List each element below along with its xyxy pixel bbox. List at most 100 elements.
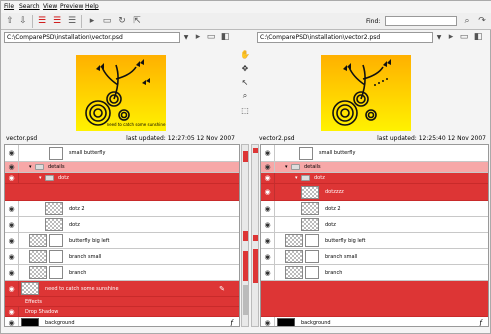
play-icon[interactable]: ▸ — [86, 15, 98, 27]
eye-icon[interactable]: ◉ — [5, 201, 19, 216]
diff-marker — [243, 151, 248, 162]
right-infobar: vector2.psd last updated: 12:25:40 12 No… — [257, 134, 488, 144]
menu-view[interactable]: View — [43, 3, 57, 10]
layer-row[interactable]: ◉ background ƒ — [5, 317, 239, 327]
user-icon[interactable]: ◧ — [472, 31, 484, 43]
eye-icon[interactable]: ◉ — [5, 145, 19, 161]
layer-mask — [49, 266, 63, 279]
layer-row[interactable]: ◉ background ƒ — [261, 317, 488, 326]
expand-icon[interactable]: ⇱ — [131, 15, 143, 27]
left-thumbnail: need to catch some sunshine — [76, 55, 166, 131]
layer-thumbnail — [45, 218, 63, 231]
chevron-down-icon[interactable]: ▼ — [434, 32, 444, 43]
tool-strip: ✋ ✥ ↖ ⌕ ⬚ — [239, 48, 253, 118]
zoom-icon[interactable]: ⌕ — [239, 90, 251, 102]
eye-icon[interactable]: ◉ — [5, 317, 19, 326]
scroll-thumb[interactable] — [243, 285, 248, 315]
eye-icon[interactable]: ◉ — [5, 265, 19, 280]
eye-icon[interactable]: ◉ — [261, 249, 275, 264]
eye-icon[interactable]: ◉ — [261, 162, 275, 172]
left-scrollbar[interactable] — [241, 144, 249, 327]
layer-mask — [49, 250, 63, 263]
layer-row[interactable]: ◉ butterfly big left — [261, 233, 488, 249]
eye-icon[interactable]: ◉ — [5, 217, 19, 232]
layer-row[interactable]: ◉ butterfly big left — [5, 233, 239, 249]
move-icon[interactable]: ✥ — [239, 62, 251, 74]
layer-row[interactable]: ◉ ▾ details — [261, 162, 488, 173]
layer-thumbnail — [49, 146, 63, 160]
layer-row[interactable]: ◉ ▾ details — [5, 162, 239, 173]
layer-row[interactable]: ◉ ▾ dotz — [5, 173, 239, 184]
layer-row[interactable]: ◉ ▾ dotz — [261, 173, 488, 184]
folder-icon — [45, 175, 54, 181]
user-icon[interactable]: ◧ — [219, 31, 231, 43]
arrow-up-icon[interactable]: ⇧ — [4, 15, 16, 27]
layer-thumbnail — [29, 250, 47, 263]
menu-file[interactable]: File — [4, 3, 14, 10]
right-path-field[interactable]: C:\ComparePSD\installation\vector2.psd — [257, 32, 433, 43]
eye-icon[interactable]: ◉ — [261, 201, 275, 216]
eye-icon[interactable]: ◉ — [5, 281, 19, 296]
eye-icon[interactable]: ◉ — [261, 217, 275, 232]
right-filename: vector2.psd — [259, 135, 295, 142]
search-icon[interactable]: ⌕ — [461, 15, 473, 27]
layer-row[interactable]: ◉ dotz — [5, 217, 239, 233]
play-icon[interactable]: ▸ — [445, 31, 457, 43]
eye-icon[interactable]: ◉ — [5, 249, 19, 264]
layer-thumbnail — [29, 266, 47, 279]
left-path-field[interactable]: C:\ComparePSD\installation\vector.psd — [4, 32, 180, 43]
layer-effect-row[interactable]: ◉ Drop Shadow — [5, 307, 239, 317]
menu-search[interactable]: Search — [19, 3, 40, 10]
layer-name: small butterfly — [69, 150, 106, 156]
right-thumbnail — [321, 55, 411, 131]
find-label: Find: — [366, 18, 381, 25]
search-next-icon[interactable]: ↷ — [476, 15, 488, 27]
arrow-down-icon[interactable]: ⇩ — [17, 15, 29, 27]
refresh-icon[interactable]: ↻ — [116, 15, 128, 27]
menu-preview[interactable]: Preview — [60, 3, 83, 10]
layer-row[interactable]: ◉ small butterfly — [5, 145, 239, 162]
eye-icon[interactable]: ◉ — [5, 233, 19, 248]
chevron-down-icon[interactable]: ▼ — [181, 32, 191, 43]
eye-icon[interactable]: ◉ — [261, 265, 275, 280]
folder-icon[interactable]: ▭ — [101, 15, 113, 27]
find-input[interactable] — [385, 16, 457, 26]
menu-help[interactable]: Help — [85, 3, 99, 10]
thumbnail-image — [76, 55, 166, 131]
layer-effects-row[interactable]: Effects — [5, 297, 239, 307]
eye-icon[interactable]: ◉ — [261, 184, 275, 200]
fx-icon: ƒ — [230, 318, 233, 327]
layer-row[interactable]: ◉ dotz 2 — [5, 201, 239, 217]
layer-row[interactable]: ◉ dotzzzz — [261, 184, 488, 201]
eye-icon[interactable]: ◉ — [261, 145, 275, 161]
align-left-icon[interactable]: ☰ — [36, 15, 48, 27]
layer-row[interactable]: ◉ branch — [261, 265, 488, 281]
pointer-icon[interactable]: ↖ — [239, 76, 251, 88]
row-spacer — [5, 297, 19, 306]
layer-name: small butterfly — [319, 150, 356, 156]
eye-icon[interactable]: ◉ — [5, 173, 19, 183]
eye-icon[interactable]: ◉ — [261, 317, 275, 326]
select-icon[interactable]: ⬚ — [239, 104, 251, 116]
layer-row[interactable]: ◉ branch — [5, 265, 239, 281]
diff-marker — [253, 148, 258, 153]
layer-thumbnail — [301, 185, 319, 199]
list-icon[interactable]: ☰ — [66, 15, 78, 27]
right-scrollbar[interactable] — [251, 144, 259, 327]
hand-icon[interactable]: ✋ — [239, 48, 251, 60]
eye-icon[interactable]: ◉ — [5, 162, 19, 172]
folder-icon[interactable]: ▭ — [205, 31, 217, 43]
layer-row[interactable]: ◉ dotz 2 — [261, 201, 488, 217]
align-center-icon[interactable]: ☰ — [51, 15, 63, 27]
play-icon[interactable]: ▸ — [192, 31, 204, 43]
layer-row[interactable]: ◉ need to catch some sunshine ✎ — [5, 281, 239, 297]
layer-row[interactable]: ◉ branch small — [5, 249, 239, 265]
eye-icon[interactable]: ◉ — [261, 173, 275, 183]
layer-name: dotz 2 — [325, 205, 341, 212]
folder-icon[interactable]: ▭ — [458, 31, 470, 43]
layer-row[interactable]: ◉ branch small — [261, 249, 488, 265]
eye-icon[interactable]: ◉ — [261, 233, 275, 248]
eye-icon[interactable]: ◉ — [5, 307, 19, 316]
layer-row[interactable]: ◉ small butterfly — [261, 145, 488, 162]
layer-row[interactable]: ◉ dotz — [261, 217, 488, 233]
